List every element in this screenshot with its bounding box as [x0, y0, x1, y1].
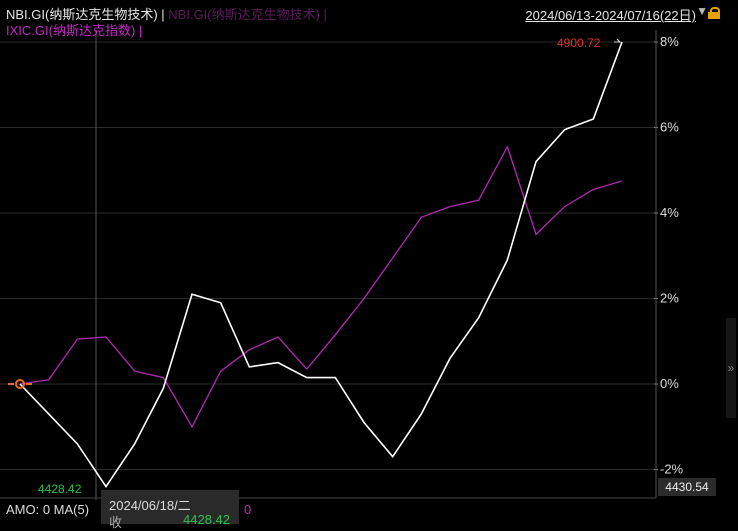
max-arrow-icon [614, 38, 622, 43]
min-value-label: 4428.42 [38, 482, 82, 496]
dropdown-caret-icon[interactable]: ▼ [696, 4, 708, 18]
y-axis: 8% 6% 4% 2% 0% -2% [654, 30, 684, 498]
ixic-series-line [19, 145, 623, 429]
collapse-panel-button[interactable]: » [726, 318, 736, 418]
nbi-series-line [19, 41, 623, 489]
y-tick-label: 0% [660, 376, 679, 391]
hover-tooltip: 2024/06/18/二 收 4428.42 [101, 490, 239, 530]
legend-row-2: IXIC.GI(纳斯达克指数) | [6, 20, 142, 39]
price-chart[interactable]: 8% 6% 4% 2% 0% -2% [0, 0, 738, 520]
y-tick-label: 2% [660, 291, 679, 306]
amo-value: 0 [244, 502, 252, 517]
y-tick-label: 8% [660, 34, 679, 49]
max-value-label: 4900.72 [557, 36, 601, 50]
y-tick-label: 6% [660, 120, 679, 135]
y-tick-label: -2% [660, 462, 684, 477]
last-price-box: 4430.54 [658, 478, 716, 496]
lock-icon[interactable] [708, 7, 720, 19]
nbi-ghost-legend[interactable]: NBI.GI(纳斯达克生物技术) | [168, 7, 327, 22]
y-tick-label: 4% [660, 205, 679, 220]
amo-indicator: AMO: 0 MA(5) [6, 502, 90, 517]
tooltip-row-label: 收 [109, 515, 123, 530]
ixic-legend[interactable]: IXIC.GI(纳斯达克指数) | [6, 23, 142, 38]
date-range-selector[interactable]: 2024/06/13-2024/07/16(22日) [525, 5, 696, 24]
chart-grid [0, 41, 656, 470]
